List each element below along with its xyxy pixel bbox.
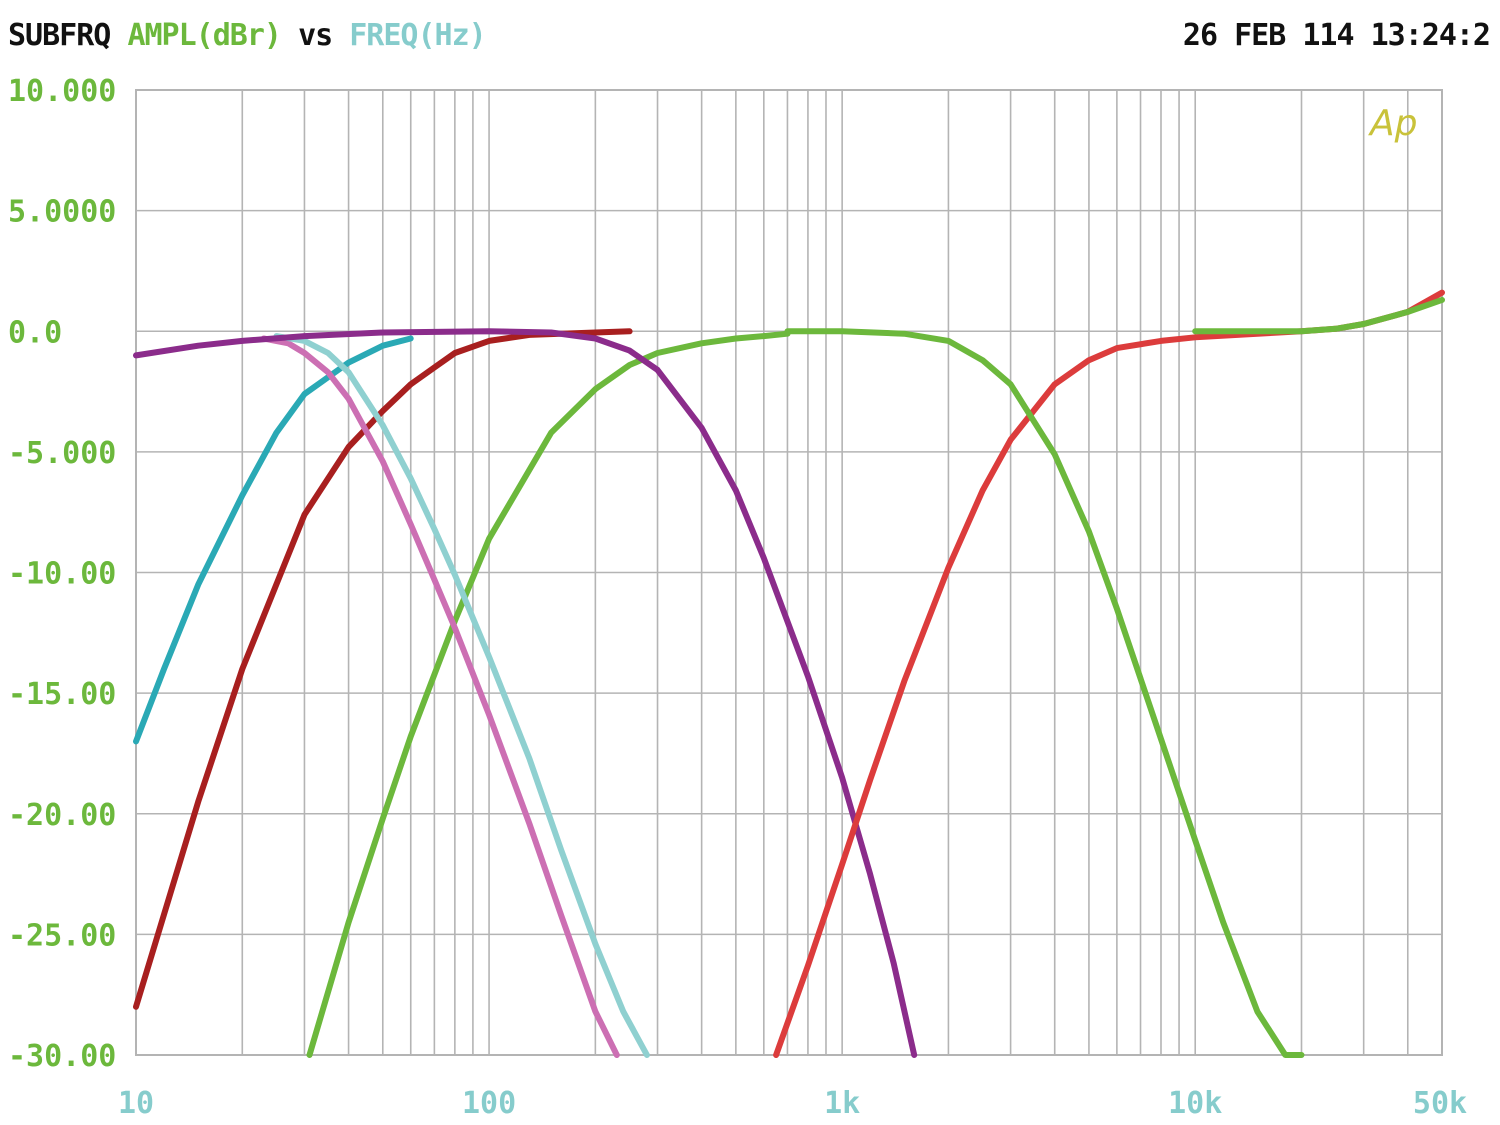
y-tick-label: -10.00 bbox=[8, 557, 116, 592]
grid bbox=[135, 89, 1443, 1056]
x-tick-labels: 10 100 1k 10k 50k bbox=[118, 1086, 1467, 1121]
ap-logo: Ap bbox=[1368, 103, 1417, 144]
series-line-5 bbox=[273, 333, 650, 1058]
series-group bbox=[133, 289, 1445, 1058]
frequency-response-chart: 10.000 5.0000 0.0 -5.000 -10.00 -15.00 -20.00 -… bbox=[8, 74, 1467, 1121]
y-tick-label: -15.00 bbox=[8, 677, 116, 712]
x-tick-label: 1k bbox=[824, 1086, 860, 1121]
series-line-7 bbox=[773, 289, 1445, 1058]
y-tick-label: -25.00 bbox=[8, 918, 116, 953]
y-tick-label: 10.000 bbox=[8, 74, 116, 109]
y-tick-label: -5.000 bbox=[8, 436, 116, 471]
y-tick-label: 5.0000 bbox=[8, 195, 116, 230]
y-tick-label: -30.00 bbox=[8, 1039, 116, 1074]
analyzer-screen: SUBFRQ AMPL(dBr) vs FREQ(Hz) 26 FEB 114 … bbox=[0, 0, 1500, 1125]
x-tick-label: 50k bbox=[1413, 1086, 1467, 1121]
series-line-1 bbox=[133, 335, 414, 745]
series-line-9 bbox=[1192, 296, 1445, 335]
y-tick-label: 0.0 bbox=[8, 315, 62, 350]
y-tick-label: -20.00 bbox=[8, 798, 116, 833]
series-line-4 bbox=[260, 335, 620, 1058]
x-tick-label: 10k bbox=[1168, 1086, 1222, 1121]
series-line-3 bbox=[306, 330, 791, 1058]
y-tick-labels: 10.000 5.0000 0.0 -5.000 -10.00 -15.00 -20.00 -… bbox=[8, 74, 116, 1074]
x-tick-label: 10 bbox=[118, 1086, 154, 1121]
x-tick-label: 100 bbox=[462, 1086, 516, 1121]
